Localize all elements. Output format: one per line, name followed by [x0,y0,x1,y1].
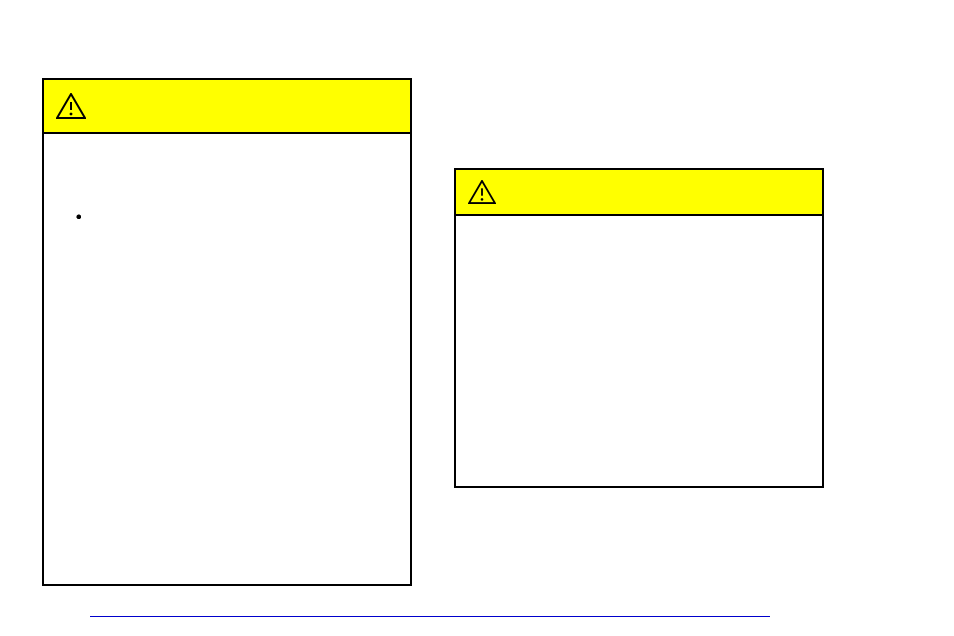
warning-triangle-icon [468,180,496,204]
warning-box-left [42,78,412,586]
warning-box-right-body [456,216,822,254]
warning-box-right [454,168,824,488]
warning-box-left-header [44,80,410,134]
warning-triangle-icon [56,93,86,119]
warning-box-right-header [456,170,822,216]
warning-box-left-body [44,134,410,226]
footer-link-underline [90,616,770,617]
